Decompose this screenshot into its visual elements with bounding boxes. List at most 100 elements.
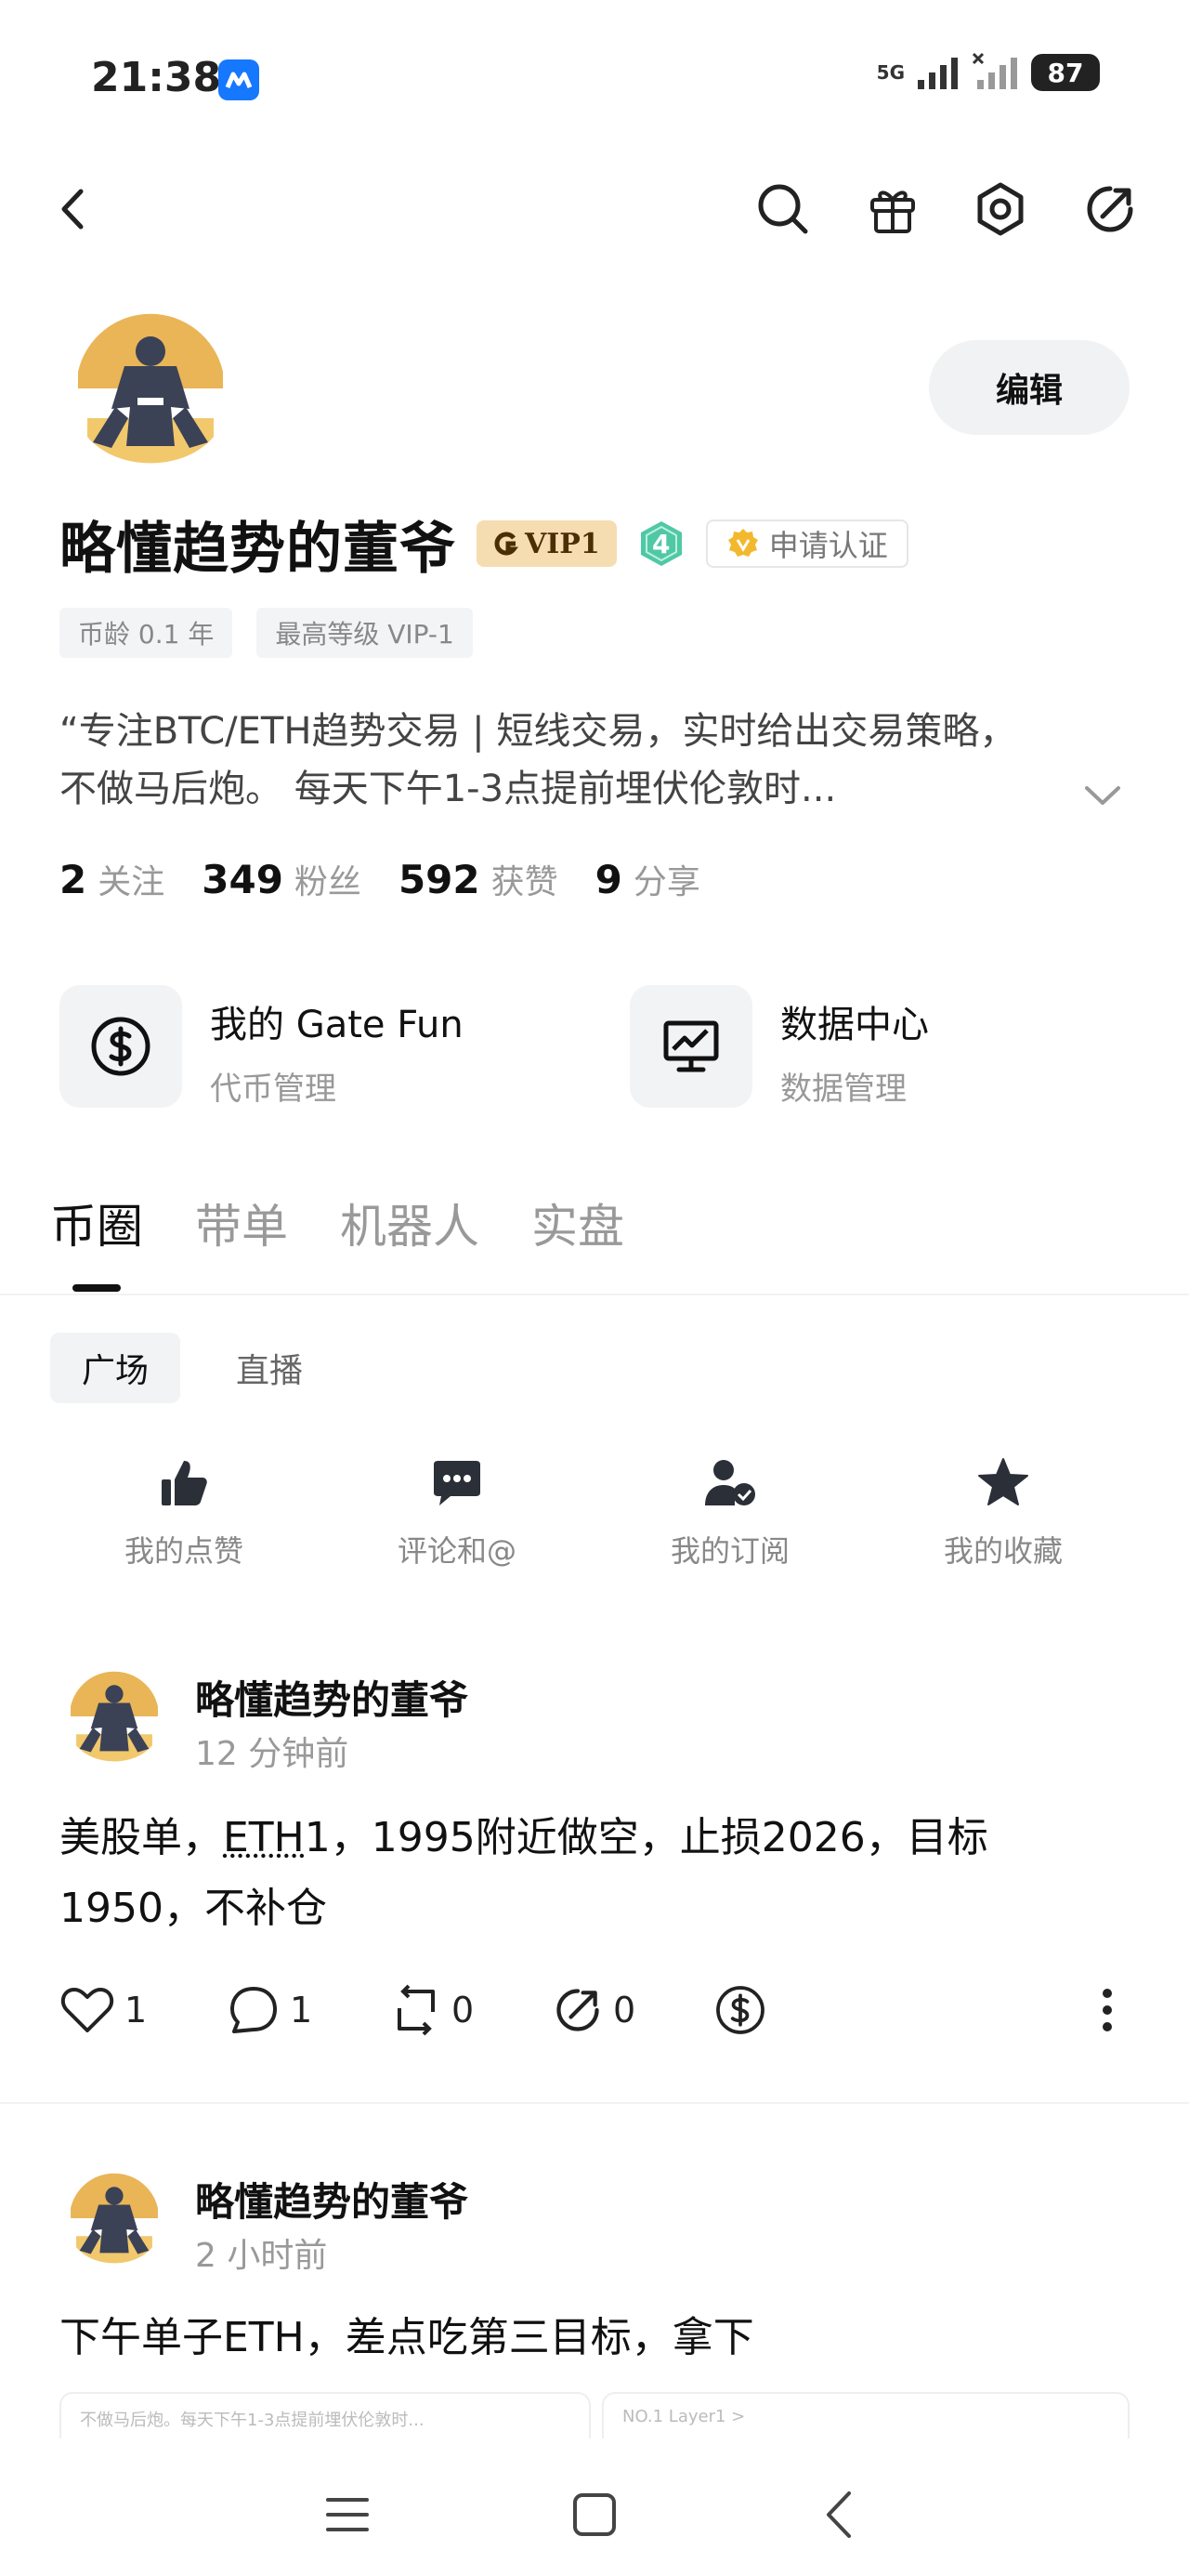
post-author-name[interactable]: 略懂趋势的董爷 — [195, 2171, 468, 2228]
share-icon — [556, 1989, 599, 2031]
tab-bots[interactable]: 机器人 — [340, 1189, 479, 1256]
chart-monitor-icon — [663, 1020, 719, 1072]
top-bar — [0, 167, 1189, 251]
apply-verification-button[interactable]: 申请认证 — [705, 519, 908, 568]
my-likes-button[interactable]: 我的点赞 — [91, 1455, 277, 1571]
post-timestamp: 2 小时前 — [195, 2237, 328, 2275]
chevron-down-icon — [1085, 786, 1120, 805]
action-label: 我的收藏 — [943, 1533, 1063, 1569]
divider — [0, 1294, 1189, 1295]
verify-badge-icon — [727, 529, 758, 557]
profile-bio[interactable]: “专注BTC/ETH趋势交易 | 短线交易，实时给出交易策略， 不做马后炮。 每… — [59, 703, 1100, 818]
status-indicators: 5G 87 — [877, 52, 1100, 93]
subscribe-user-icon — [705, 1460, 755, 1505]
gear-icon — [977, 182, 1024, 236]
dollar-circle-icon — [716, 1986, 764, 2034]
edit-profile-button[interactable]: 编辑 — [929, 340, 1130, 435]
heart-icon — [60, 1988, 114, 2032]
vip-logo-icon — [494, 532, 519, 556]
search-button[interactable] — [751, 177, 816, 242]
signal-no-service-icon — [972, 52, 1017, 89]
my-subscriptions-button[interactable]: 我的订阅 — [637, 1455, 823, 1571]
post-image-preview[interactable]: 不做马后炮。每天下午1-3点提前埋伏伦敦时... NO.1 Layer1 > — [59, 2392, 1130, 2438]
star-icon — [978, 1458, 1028, 1505]
menu-icon — [326, 2498, 369, 2531]
quick-link-subtitle: 代币管理 — [210, 1071, 336, 1108]
active-tab-indicator — [72, 1284, 121, 1292]
share-icon — [1087, 186, 1133, 232]
quick-link-subtitle: 数据管理 — [780, 1071, 907, 1108]
comments-mentions-button[interactable]: 评论和@ — [364, 1455, 550, 1571]
app-notification-icon — [218, 59, 259, 100]
stat-likes[interactable]: 592 获赞 — [399, 855, 558, 903]
vip-badge[interactable]: VIP1 — [477, 520, 617, 567]
chevron-left-icon — [61, 189, 84, 230]
verify-label: 申请认证 — [768, 528, 888, 563]
level-badge[interactable]: 4 — [637, 519, 686, 568]
subtab-live[interactable]: 直播 — [204, 1333, 334, 1403]
chevron-left-icon — [827, 2491, 851, 2538]
network-type: 5G — [876, 61, 905, 84]
post-text: 1950，不补仓 — [59, 1885, 327, 1932]
quick-link-gate-fun[interactable]: 我的 Gate Fun 代币管理 — [59, 985, 464, 1109]
my-favorites-button[interactable]: 我的收藏 — [910, 1455, 1096, 1571]
tab-copy-trading[interactable]: 带单 — [195, 1189, 288, 1256]
like-button[interactable]: 1 — [59, 1978, 147, 2043]
share-count: 0 — [613, 1990, 636, 2031]
thumbs-up-icon — [162, 1461, 207, 1505]
vip-label: VIP1 — [525, 527, 600, 560]
ticker-link[interactable]: ETH — [223, 1814, 305, 1861]
bio-line-2: 不做马后炮。 每天下午1-3点提前埋伏伦敦时... — [59, 768, 837, 810]
home-button[interactable] — [555, 2476, 634, 2554]
post-author-avatar[interactable] — [59, 1662, 169, 1771]
stat-value: 349 — [202, 857, 283, 902]
profile-avatar[interactable] — [59, 297, 242, 480]
stat-followers[interactable]: 349 粉丝 — [202, 855, 361, 903]
search-icon — [758, 184, 808, 234]
post-author-avatar[interactable] — [59, 2163, 169, 2273]
action-label: 我的订阅 — [670, 1533, 790, 1569]
bio-line-1: “专注BTC/ETH趋势交易 | 短线交易，实时给出交易策略， — [59, 710, 1017, 753]
post-text: 美股单， — [59, 1814, 223, 1861]
tip-button[interactable] — [713, 1978, 767, 2043]
stat-value: 2 — [59, 857, 87, 902]
more-options-button[interactable] — [1098, 1978, 1117, 2043]
account-age-tag: 币龄 0.1 年 — [59, 608, 233, 658]
gift-button[interactable] — [860, 177, 925, 242]
recent-apps-button[interactable] — [308, 2476, 386, 2554]
status-time: 21:38 — [91, 54, 222, 101]
tab-live-trading[interactable]: 实盘 — [531, 1189, 624, 1256]
gift-icon — [870, 191, 915, 233]
system-back-button[interactable] — [801, 2476, 879, 2554]
repost-button[interactable]: 0 — [390, 1978, 474, 2043]
back-button[interactable] — [41, 177, 106, 242]
quick-link-data-center[interactable]: 数据中心 数据管理 — [630, 985, 929, 1109]
comment-button[interactable]: 1 — [227, 1978, 312, 2043]
quick-link-title: 我的 Gate Fun — [210, 1004, 464, 1046]
divider — [0, 2102, 1189, 2104]
post-timestamp: 12 分钟前 — [195, 1735, 349, 1773]
comment-count: 1 — [290, 1990, 313, 2031]
stat-label: 分享 — [633, 863, 700, 901]
quick-icon-box — [630, 985, 752, 1108]
post-text: 1，1995附近做空，止损2026，目标 — [304, 1814, 988, 1861]
tab-crypto-circle[interactable]: 币圈 — [50, 1189, 143, 1256]
bio-expand-button[interactable] — [1079, 777, 1126, 814]
highest-vip-tag: 最高等级 VIP-1 — [256, 608, 473, 658]
dollar-circle-icon — [91, 1017, 150, 1076]
stat-shares[interactable]: 9 分享 — [595, 855, 700, 903]
quick-link-title: 数据中心 — [780, 1004, 929, 1046]
subtab-square[interactable]: 广场 — [50, 1333, 181, 1403]
action-label: 评论和@ — [397, 1533, 516, 1569]
stat-following[interactable]: 2 关注 — [59, 855, 164, 903]
share-post-button[interactable]: 0 — [552, 1978, 635, 2043]
post-author-name[interactable]: 略懂趋势的董爷 — [195, 1669, 468, 1726]
stat-label: 关注 — [98, 863, 165, 901]
repost-icon — [398, 1984, 435, 2036]
post-content[interactable]: 下午单子ETH，差点吃第三目标，拿下 — [59, 2303, 1109, 2373]
more-vertical-icon — [1103, 1989, 1112, 2031]
post-content[interactable]: 美股单，ETH1，1995附近做空，止损2026，目标 1950，不补仓 — [59, 1803, 1109, 1944]
share-button[interactable] — [1078, 177, 1143, 242]
settings-button[interactable] — [968, 177, 1033, 242]
action-label: 我的点赞 — [124, 1533, 243, 1569]
